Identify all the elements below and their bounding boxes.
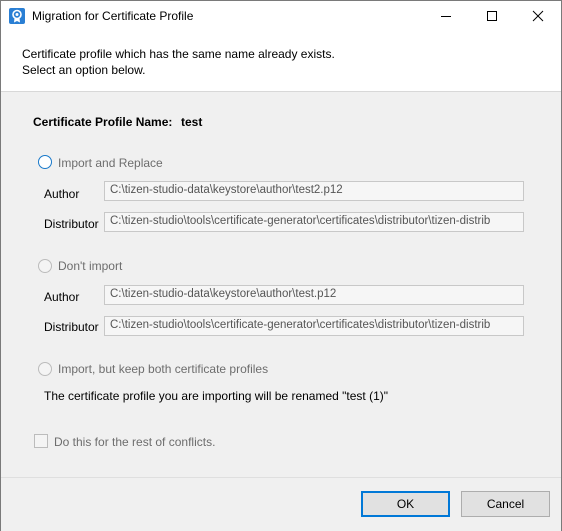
profile-name-label: Certificate Profile Name: [33, 115, 173, 129]
ok-button[interactable]: OK [361, 491, 450, 517]
author-field: C:\tizen-studio-data\keystore\author\tes… [104, 181, 524, 201]
minimize-button[interactable] [423, 1, 469, 31]
window-title: Migration for Certificate Profile [32, 9, 194, 23]
dialog-header: Certificate profile which has the same n… [1, 31, 561, 92]
title-bar: Migration for Certificate Profile [1, 1, 561, 31]
radio-import-keep-both[interactable] [38, 362, 52, 376]
certificate-app-icon [9, 8, 25, 24]
option-import-keep-both-label: Import, but keep both certificate profil… [58, 362, 269, 376]
dialog-window: Migration for Certificate Profile Certif… [0, 0, 562, 531]
radio-dont-import[interactable] [38, 259, 52, 273]
profile-name-value: test [181, 115, 203, 129]
rename-note: The certificate profile you are importin… [44, 389, 388, 403]
apply-to-all-checkbox[interactable] [34, 434, 48, 448]
maximize-button[interactable] [469, 1, 515, 31]
distributor-field: C:\tizen-studio\tools\certificate-genera… [104, 316, 524, 336]
author-label: Author [44, 187, 80, 201]
option-dont-import-label: Don't import [58, 259, 123, 273]
header-message: Certificate profile which has the same n… [22, 47, 335, 61]
apply-to-all-label: Do this for the rest of conflicts. [54, 435, 216, 449]
distributor-label: Distributor [44, 320, 99, 334]
cancel-button[interactable]: Cancel [461, 491, 550, 517]
dialog-body: Certificate Profile Name: test Import an… [1, 92, 561, 477]
close-button[interactable] [515, 1, 561, 31]
distributor-label: Distributor [44, 217, 99, 231]
distributor-field: C:\tizen-studio\tools\certificate-genera… [104, 212, 524, 232]
author-field: C:\tizen-studio-data\keystore\author\tes… [104, 285, 524, 305]
radio-import-and-replace[interactable] [38, 155, 52, 169]
header-instruction: Select an option below. [22, 63, 146, 77]
dialog-footer: OK Cancel [1, 477, 561, 531]
option-import-and-replace-label: Import and Replace [58, 156, 163, 170]
author-label: Author [44, 290, 80, 304]
